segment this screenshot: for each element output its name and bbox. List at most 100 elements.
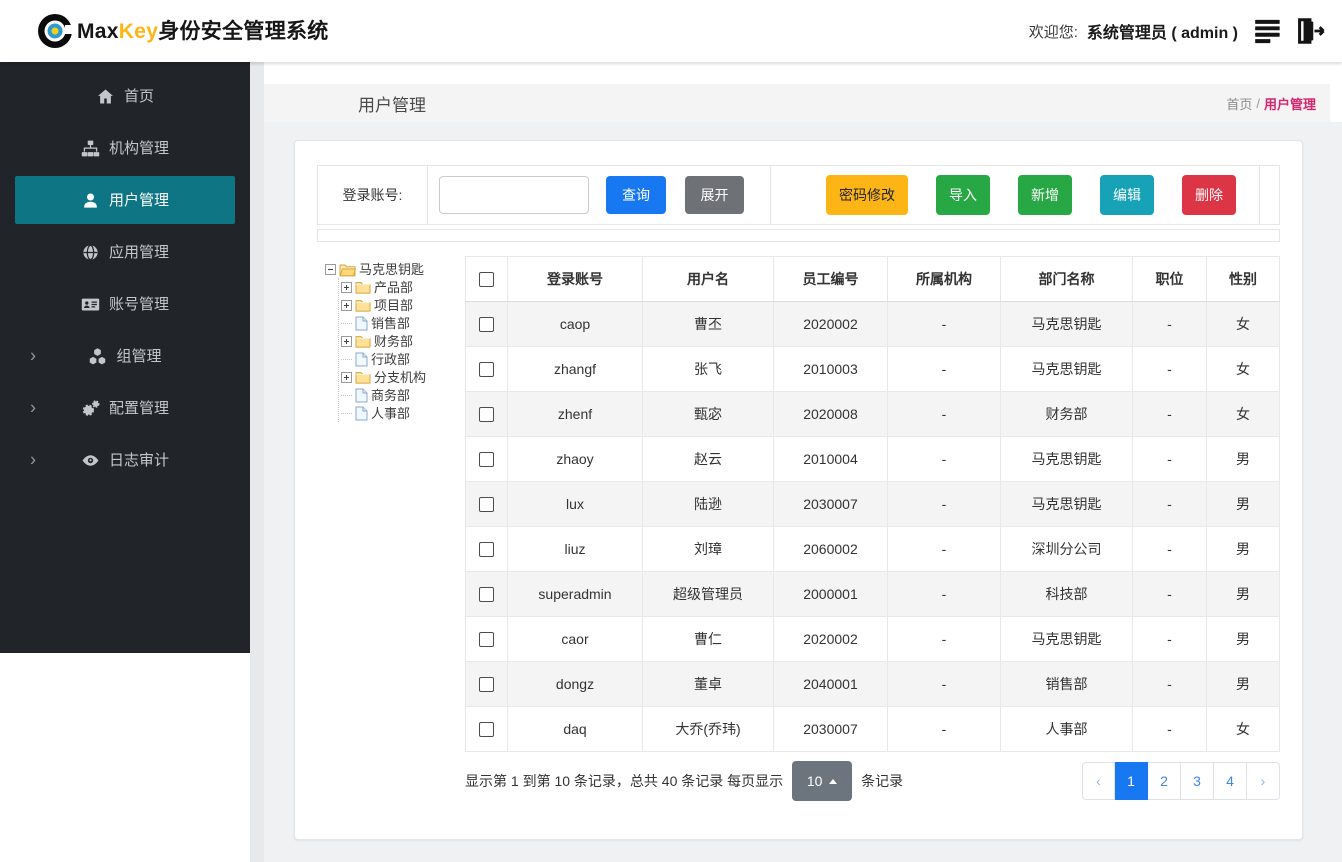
row-checkbox[interactable] [479, 542, 494, 558]
row-checkbox[interactable] [479, 317, 494, 333]
pager-next[interactable]: › [1247, 762, 1280, 800]
row-checkbox[interactable] [479, 362, 494, 378]
pager-page-1[interactable]: 1 [1115, 762, 1148, 800]
app-title-suffix: 身份安全管理系统 [158, 19, 329, 43]
organization-cell: - [887, 706, 1001, 752]
table-row[interactable]: zhaoy 赵云 2010004- 马克思钥匙 - 男 [465, 436, 1280, 482]
home-icon [96, 87, 115, 106]
row-checkbox[interactable] [479, 452, 494, 468]
breadcrumb-home-link[interactable]: 首页 [1226, 94, 1252, 113]
table-row[interactable]: dongz 董卓 2040001- 销售部 - 男 [465, 661, 1280, 707]
login-account-cell: caor [507, 616, 643, 662]
sidebar-item-app[interactable]: 应用管理 [0, 226, 250, 278]
globe-icon [81, 243, 100, 262]
pager-prev[interactable]: ‹ [1082, 762, 1115, 800]
main-area: 用户管理 首页 / 用户管理 登录账号: 查询 展开 密码修改 导入 新增 编辑… [250, 62, 1342, 862]
tree-expand-toggle[interactable] [341, 281, 352, 293]
tree-node[interactable]: 行政部 [341, 350, 461, 368]
gears-icon [81, 399, 100, 418]
tree-node[interactable]: 商务部 [341, 386, 461, 404]
employee-no-cell: 2020008 [773, 391, 888, 437]
organization-cell: - [887, 571, 1001, 617]
action-button-password[interactable]: 密码修改 [826, 175, 908, 215]
app-title: MaxKey身份安全管理系统 [77, 21, 329, 42]
table-row[interactable]: liuz 刘璋 2060002- 深圳分公司 - 男 [465, 526, 1280, 572]
tree-node[interactable]: 财务部 [341, 332, 461, 350]
sidebar-item-config[interactable]: › 配置管理 [0, 382, 250, 434]
page-size-dropdown[interactable]: 10 [792, 761, 853, 801]
folder-icon [355, 370, 371, 384]
gender-cell: 女 [1206, 706, 1280, 752]
sidebar-item-account[interactable]: 账号管理 [0, 278, 250, 330]
sidebar-item-audit[interactable]: › 日志审计 [0, 434, 250, 486]
expand-button[interactable]: 展开 [685, 176, 744, 214]
breadcrumb: 首页 / 用户管理 [1226, 94, 1316, 113]
login-account-cell: zhangf [507, 346, 643, 392]
action-button-edit[interactable]: 编辑 [1100, 175, 1154, 215]
action-button-add[interactable]: 新增 [1018, 175, 1072, 215]
row-checkbox[interactable] [479, 497, 494, 513]
query-button[interactable]: 查询 [606, 176, 666, 214]
action-button-delete[interactable]: 删除 [1182, 175, 1236, 215]
tree-expand-toggle[interactable] [341, 371, 352, 383]
row-checkbox-cell [465, 436, 508, 482]
tree-node[interactable]: 项目部 [341, 296, 461, 314]
select-all-checkbox[interactable] [479, 272, 494, 288]
login-account-cell: caop [507, 301, 643, 347]
table-row[interactable]: daq 大乔(乔玮) 2030007- 人事部 - 女 [465, 706, 1280, 752]
row-checkbox-cell [465, 661, 508, 707]
row-checkbox[interactable] [479, 677, 494, 693]
organization-cell: - [887, 346, 1001, 392]
table-row[interactable]: caop 曹丕 2020002- 马克思钥匙 - 女 [465, 301, 1280, 347]
tree-node[interactable]: 人事部 [341, 404, 461, 422]
sitemap-icon [81, 139, 100, 158]
row-checkbox[interactable] [479, 632, 494, 648]
organization-cell: - [887, 526, 1001, 572]
pager-page-4[interactable]: 4 [1214, 762, 1247, 800]
tree-node[interactable]: 分支机构 [341, 368, 461, 386]
tree-expand-toggle[interactable] [341, 299, 352, 311]
department-cell: 马克思钥匙 [1000, 301, 1133, 347]
table-row[interactable]: lux 陆逊 2030007- 马克思钥匙 - 男 [465, 481, 1280, 527]
organization-cell: - [887, 661, 1001, 707]
table-row[interactable]: caor 曹仁 2020002- 马克思钥匙 - 男 [465, 616, 1280, 662]
position-cell: - [1132, 571, 1207, 617]
department-cell: 科技部 [1000, 571, 1133, 617]
position-cell: - [1132, 301, 1207, 347]
department-cell: 马克思钥匙 [1000, 346, 1133, 392]
sidebar-item-group[interactable]: › 组管理 [0, 330, 250, 382]
eye-icon [81, 451, 100, 470]
tree-node-root[interactable]: 马克思钥匙 [325, 260, 461, 278]
login-account-input[interactable] [439, 176, 589, 214]
login-account-cell: zhaoy [507, 436, 643, 482]
sidebar-item-org[interactable]: 机构管理 [0, 122, 250, 174]
row-checkbox[interactable] [479, 722, 494, 738]
caret-up-icon [829, 778, 838, 784]
tree-collapse-toggle[interactable] [325, 263, 336, 275]
tree-node[interactable]: 销售部 [341, 314, 461, 332]
sidebar-item-label: 应用管理 [108, 243, 169, 261]
sidebar-item-home[interactable]: 首页 [0, 70, 250, 122]
sidebar-item-label: 配置管理 [108, 399, 169, 417]
sidebar-item-user[interactable]: 用户管理 [15, 176, 235, 224]
action-button-import[interactable]: 导入 [936, 175, 990, 215]
tree-expand-toggle[interactable] [341, 335, 352, 347]
row-checkbox[interactable] [479, 407, 494, 423]
logout-icon[interactable] [1292, 16, 1326, 46]
toolbar-end-cell [1260, 166, 1279, 224]
sidebar-gutter [250, 62, 264, 862]
pager-page-2[interactable]: 2 [1148, 762, 1181, 800]
username-cell: 陆逊 [642, 481, 774, 527]
table-row[interactable]: zhenf 甄宓 2020008- 财务部 - 女 [465, 391, 1280, 437]
row-checkbox[interactable] [479, 587, 494, 603]
sidebar: 首页 机构管理 用户管理应用管理账号管理 › 组管理 › 配置管理 › 日志审计 [0, 62, 250, 653]
menu-list-icon[interactable] [1253, 17, 1283, 45]
chevron-right-icon: › [30, 397, 36, 418]
tree-node[interactable]: 产品部 [341, 278, 461, 296]
table-row[interactable]: zhangf 张飞 2010003- 马克思钥匙 - 女 [465, 346, 1280, 392]
pager-page-3[interactable]: 3 [1181, 762, 1214, 800]
gender-cell: 男 [1206, 571, 1280, 617]
table-row[interactable]: superadmin 超级管理员 2000001- 科技部 - 男 [465, 571, 1280, 617]
maxkey-admin-window: MaxKey身份安全管理系统 欢迎您: 系统管理员 ( admin ) 首页 机构… [0, 0, 1342, 862]
tree-node-label: 分支机构 [374, 369, 427, 385]
